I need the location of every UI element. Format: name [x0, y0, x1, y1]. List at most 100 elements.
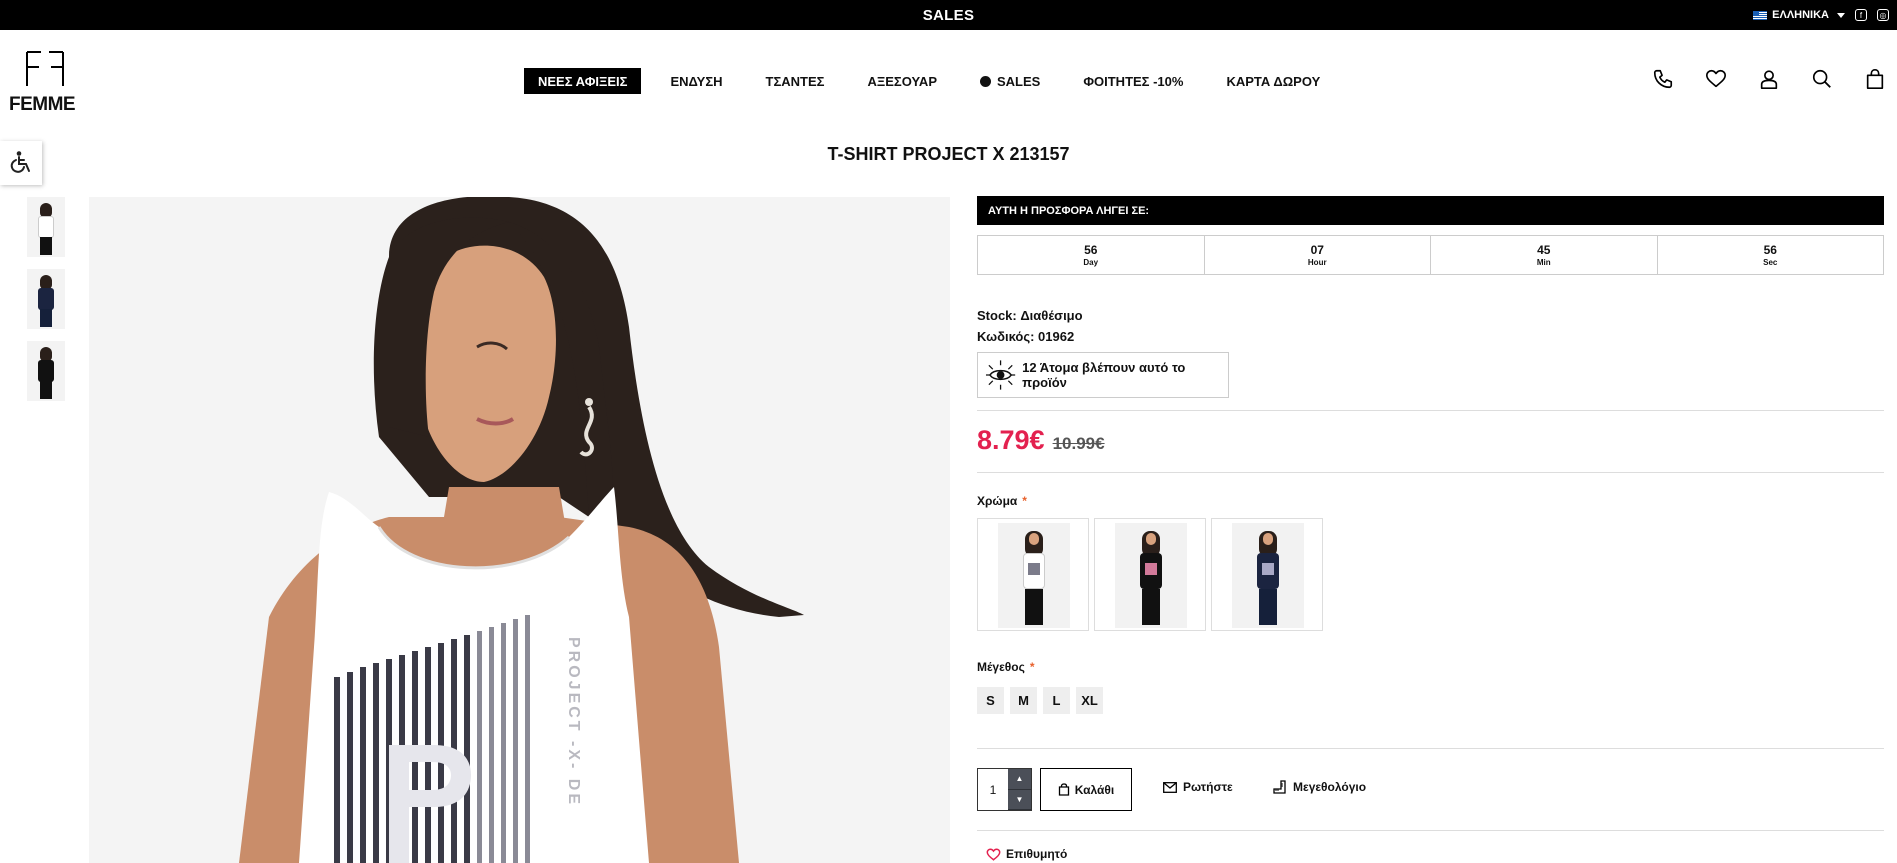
size-label: Μέγεθος *	[977, 660, 1035, 674]
add-to-cart-label: Καλάθι	[1074, 782, 1115, 797]
divider	[977, 830, 1884, 831]
countdown-hours: 07 Hour	[1205, 236, 1431, 274]
required-asterisk: *	[1022, 494, 1027, 508]
divider	[977, 410, 1884, 411]
nav-label: ΑΞΕΣΟΥΑΡ	[867, 73, 937, 89]
product-title: T-SHIRT PROJECT X 213157	[827, 144, 1070, 164]
product-code: Κωδικός: 01962	[977, 329, 1075, 344]
swatch-model-face	[1029, 533, 1039, 545]
countdown-minutes: 45 Min	[1431, 236, 1658, 274]
nav-item-clothing[interactable]: ΕΝΔΥΣΗ	[656, 68, 736, 94]
main-nav: ΝΕΕΣ ΑΦΙΞΕΙΣ ΕΝΔΥΣΗ ΤΣΑΝΤΕΣ ΑΞΕΣΟΥΑΡ SAL…	[524, 68, 1349, 94]
main-product-photo[interactable]: PROJECT -X- DE	[89, 197, 950, 863]
bag-icon[interactable]	[1864, 68, 1886, 90]
old-price: 10.99€	[1052, 434, 1105, 453]
thumbnail-navy[interactable]	[27, 269, 65, 329]
color-swatch-navy[interactable]	[1211, 518, 1323, 631]
size-option-s[interactable]: S	[977, 687, 1004, 714]
thumbnail-model-legs	[40, 309, 52, 327]
thumbnail-model-top	[38, 288, 54, 310]
price-block: 8.79€ 10.99€	[977, 425, 1105, 456]
color-swatch-black[interactable]	[1094, 518, 1206, 631]
countdown-seconds: 56 Sec	[1658, 236, 1884, 274]
stock-info: Stock: Διαθέσιμο Κωδικός: 01962	[977, 305, 1083, 347]
offer-banner: ΑΥΤΗ Η ΠΡΟΣΦΟΡΑ ΛΗΓΕΙ ΣΕ:	[977, 196, 1884, 225]
logo[interactable]: FEMME	[9, 50, 84, 115]
countdown-value: 45	[1537, 243, 1551, 257]
facebook-icon[interactable]: f	[1855, 9, 1867, 21]
thumbnail-model-head	[40, 203, 52, 217]
envelope-icon	[1163, 781, 1177, 793]
sale-badge-icon	[980, 75, 991, 87]
svg-text:PROJECT -X- DE: PROJECT -X- DE	[565, 637, 582, 807]
nav-item-sales[interactable]: SALES	[966, 68, 1054, 94]
nav-item-bags[interactable]: ΤΣΑΝΤΕΣ	[752, 68, 839, 94]
size-chart-button[interactable]: Μεγεθολόγιο	[1273, 780, 1366, 794]
header-icons	[1652, 68, 1886, 90]
thumbnail-model-head	[40, 347, 52, 361]
size-label-text: Μέγεθος	[977, 660, 1025, 674]
bag-icon	[1058, 783, 1069, 796]
topbar-right: ΕΛΛΗΝΙΚΑ f ◎	[1753, 0, 1889, 30]
search-icon[interactable]	[1811, 68, 1833, 90]
quantity-arrows: ▲ ▼	[1007, 769, 1031, 810]
nav-item-new-arrivals[interactable]: ΝΕΕΣ ΑΦΙΞΕΙΣ	[524, 68, 642, 94]
countdown-unit: Min	[1536, 258, 1551, 267]
nav-item-students[interactable]: ΦΟΙΤΗΤΕΣ -10%	[1069, 68, 1197, 94]
thumbnail-model-legs	[40, 381, 52, 399]
greek-flag-icon	[1753, 10, 1768, 20]
promo-sales-link[interactable]: SALES	[923, 7, 975, 24]
viewers-text: 12 Άτομα βλέπουν αυτό το προϊόν	[1022, 360, 1186, 390]
swatch-model-legs	[1142, 589, 1160, 625]
required-asterisk: *	[1029, 660, 1035, 674]
countdown-unit: Day	[1083, 258, 1099, 267]
nav-label: ΕΝΔΥΣΗ	[670, 73, 723, 89]
model-illustration: PROJECT -X- DE	[89, 197, 950, 863]
quantity-input[interactable]: 1	[978, 769, 1008, 810]
quantity-decrease-button[interactable]: ▼	[1007, 789, 1031, 810]
chevron-down-icon: ▼	[1015, 794, 1024, 804]
size-option-xl[interactable]: XL	[1076, 687, 1103, 714]
color-label-text: Χρώμα	[977, 494, 1018, 508]
swatch-model-face	[1146, 533, 1156, 545]
size-option-l[interactable]: L	[1043, 687, 1070, 714]
nav-item-gift-card[interactable]: ΚΑΡΤΑ ΔΩΡΟΥ	[1212, 68, 1334, 94]
countdown-value: 56	[1084, 243, 1098, 257]
wishlist-label: Επιθυμητό	[1006, 847, 1068, 861]
nav-label: ΤΣΑΝΤΕΣ	[765, 73, 825, 89]
divider	[977, 472, 1884, 473]
nav-item-accessories[interactable]: ΑΞΕΣΟΥΑΡ	[853, 68, 951, 94]
thumbnail-black[interactable]	[27, 341, 65, 401]
heart-icon[interactable]	[1705, 68, 1727, 90]
wishlist-button[interactable]: Επιθυμητό	[986, 847, 1067, 861]
user-icon[interactable]	[1758, 68, 1780, 90]
thumbnail-model-head	[40, 275, 52, 289]
ask-question-label: Ρωτήστε	[1183, 780, 1233, 794]
thumbnail-model-legs	[40, 237, 52, 255]
phone-icon[interactable]	[1652, 68, 1674, 90]
color-swatch-white[interactable]	[977, 518, 1089, 631]
thumbnail-white[interactable]	[27, 197, 65, 257]
logo-mark-icon	[26, 51, 64, 86]
language-selector[interactable]: ΕΛΛΗΝΙΚΑ	[1753, 9, 1845, 21]
top-bar: SALES ΕΛΛΗΝΙΚΑ f ◎	[0, 0, 1897, 30]
eye-icon	[985, 360, 1016, 390]
instagram-icon[interactable]: ◎	[1877, 9, 1889, 21]
quantity-stepper: 1 ▲ ▼	[977, 768, 1032, 811]
add-to-cart-button[interactable]: Καλάθι	[1040, 768, 1132, 811]
viewers-badge: 12 Άτομα βλέπουν αυτό το προϊόν	[977, 352, 1229, 398]
swatch-top-print	[1028, 563, 1040, 575]
swatch-model-face	[1263, 533, 1273, 545]
swatch-model-legs	[1025, 589, 1043, 625]
ask-question-button[interactable]: Ρωτήστε	[1163, 780, 1233, 794]
quantity-increase-button[interactable]: ▲	[1007, 769, 1031, 790]
thumbnail-strip	[27, 197, 65, 401]
countdown-value: 56	[1763, 243, 1777, 257]
size-option-m[interactable]: M	[1010, 687, 1037, 714]
size-chart-label: Μεγεθολόγιο	[1293, 780, 1367, 794]
swatch-top-print	[1145, 563, 1157, 575]
nav-label: SALES	[997, 73, 1041, 89]
countdown-unit: Sec	[1763, 258, 1778, 267]
countdown-timer: 56 Day 07 Hour 45 Min 56 Sec	[977, 235, 1884, 275]
nav-label: ΝΕΕΣ ΑΦΙΞΕΙΣ	[538, 73, 628, 89]
